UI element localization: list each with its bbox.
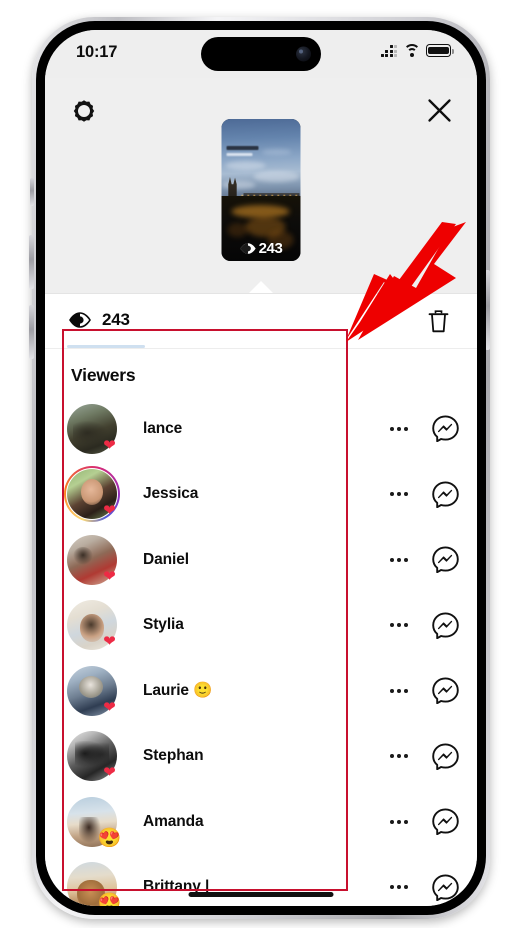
volume-down-button[interactable] (29, 305, 34, 359)
viewer-name: Stephan (143, 747, 204, 765)
views-count-value: 243 (102, 310, 130, 329)
avatar[interactable]: ❤ (64, 466, 120, 523)
viewer-name: lance (143, 419, 183, 437)
row-actions (386, 546, 459, 574)
viewer-row[interactable]: ❤ Jessica (45, 462, 477, 528)
messenger-icon[interactable] (431, 742, 459, 770)
close-icon[interactable] (421, 92, 457, 128)
volume-up-button[interactable] (29, 235, 34, 289)
front-camera-icon (296, 46, 311, 62)
phone-screen: 10:17 243 243 Viewers ❤ lance ❤ Jessica … (45, 30, 477, 906)
viewer-row[interactable]: ❤ Stephan (45, 724, 477, 790)
more-options-icon[interactable] (386, 547, 412, 573)
reaction-badge-heart: ❤ (103, 567, 116, 585)
status-bar-time: 10:17 (76, 43, 118, 61)
views-count-group[interactable]: 243 (69, 310, 130, 330)
row-actions (386, 742, 459, 770)
more-options-icon[interactable] (386, 416, 412, 442)
row-actions (386, 873, 459, 901)
views-bar: 243 (45, 293, 477, 348)
eye-icon (69, 312, 91, 328)
reaction-badge-heart-eyes: 😍 (97, 827, 122, 849)
messenger-icon[interactable] (431, 415, 459, 443)
viewer-name: Daniel (143, 550, 189, 568)
row-actions (386, 480, 459, 508)
more-options-icon[interactable] (386, 809, 412, 835)
viewer-row[interactable]: 😍 Brittany | (45, 855, 477, 906)
viewer-name: Jessica (143, 485, 199, 503)
avatar[interactable]: ❤ (67, 534, 117, 585)
more-options-icon[interactable] (386, 481, 412, 507)
viewers-list: ❤ lance ❤ Jessica ❤ Daniel ❤ Stylia ❤ Laurie … (45, 396, 477, 906)
viewer-row[interactable]: ❤ Daniel (45, 527, 477, 593)
reaction-badge-heart: ❤ (103, 633, 116, 651)
viewer-name: Stylia (143, 616, 184, 634)
messenger-icon[interactable] (431, 873, 459, 901)
avatar[interactable]: ❤ (67, 403, 117, 454)
status-bar: 10:17 (45, 30, 477, 78)
viewers-title: Viewers (71, 365, 136, 385)
screenshot-root: 10:17 243 243 Viewers ❤ lance ❤ Jessica … (0, 0, 519, 928)
story-thumbnail[interactable]: 243 (221, 119, 301, 261)
thumbnail-views-number: 243 (258, 240, 283, 257)
avatar[interactable]: 😍 (67, 796, 122, 849)
avatar[interactable]: ❤ (67, 731, 117, 782)
messenger-icon[interactable] (431, 677, 459, 705)
reaction-badge-heart: ❤ (103, 502, 116, 520)
thumbnail-view-count: 243 (222, 240, 301, 257)
more-options-icon[interactable] (386, 743, 412, 769)
eye-icon (240, 243, 256, 254)
viewer-row[interactable]: ❤ Laurie 🙂 (45, 658, 477, 724)
gear-icon[interactable] (67, 94, 101, 128)
avatar[interactable]: ❤ (67, 665, 117, 716)
viewer-row[interactable]: ❤ lance (45, 396, 477, 462)
reaction-badge-heart: ❤ (103, 764, 116, 782)
status-bar-indicators (380, 44, 454, 57)
cellular-signal-icon (380, 44, 397, 57)
viewer-row[interactable]: ❤ Stylia (45, 593, 477, 659)
thumbnail-text-overlay (226, 146, 259, 156)
wifi-icon (403, 44, 420, 57)
viewer-name: Laurie 🙂 (143, 682, 213, 700)
story-header: 243 (45, 78, 477, 294)
more-options-icon[interactable] (386, 612, 412, 638)
messenger-icon[interactable] (431, 546, 459, 574)
row-actions (386, 808, 459, 836)
viewer-name: Amanda (143, 812, 204, 830)
viewer-row[interactable]: 😍 Amanda (45, 789, 477, 855)
viewers-panel: Viewers ❤ lance ❤ Jessica ❤ Daniel ❤ Stylia … (45, 348, 477, 906)
more-options-icon[interactable] (386, 874, 412, 900)
more-options-icon[interactable] (386, 678, 412, 704)
trash-icon[interactable] (423, 307, 453, 337)
messenger-icon[interactable] (431, 611, 459, 639)
row-actions (386, 677, 459, 705)
silence-switch[interactable] (30, 178, 34, 206)
reaction-badge-heart: ❤ (103, 698, 116, 716)
battery-full-icon (426, 44, 454, 57)
avatar[interactable]: 😍 (67, 862, 122, 906)
reaction-badge-heart: ❤ (103, 436, 116, 454)
messenger-icon[interactable] (431, 808, 459, 836)
home-indicator[interactable] (188, 892, 334, 897)
dynamic-island (201, 37, 321, 71)
reaction-badge-heart-eyes: 😍 (97, 893, 122, 906)
row-actions (386, 415, 459, 443)
avatar[interactable]: ❤ (67, 600, 117, 651)
messenger-icon[interactable] (431, 480, 459, 508)
row-actions (386, 611, 459, 639)
